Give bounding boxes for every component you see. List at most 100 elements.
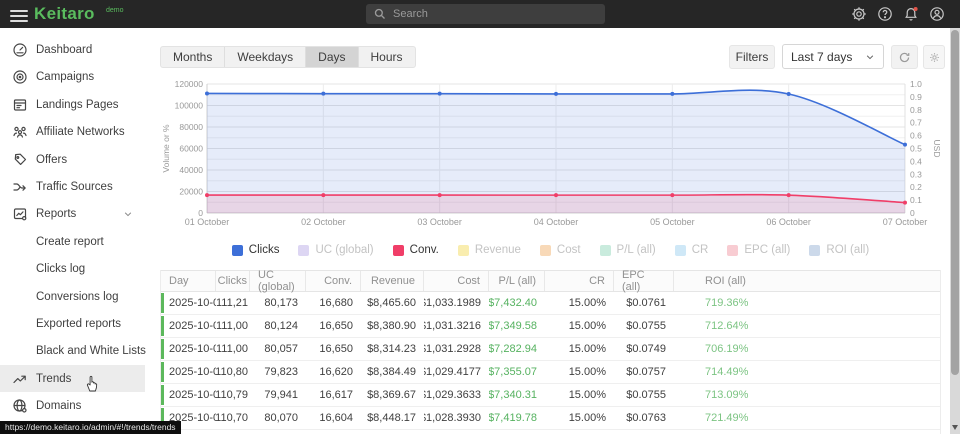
legend-label: UC (global)	[315, 244, 373, 256]
legend-item-cost[interactable]: Cost	[540, 244, 581, 256]
topbar: Keitaro demo	[0, 0, 960, 28]
search-input[interactable]	[393, 8, 597, 20]
traffic-icon	[12, 179, 28, 195]
column-header-cr[interactable]: CR	[545, 271, 614, 291]
sidebar-item-traffic-sources[interactable]: Traffic Sources	[0, 174, 145, 201]
table-cell: $8,369.67	[361, 384, 424, 406]
account-icon[interactable]	[928, 5, 946, 23]
table-cell: 712.64%	[674, 315, 941, 337]
sidebar-item-conversions-log[interactable]: Conversions log	[0, 283, 145, 310]
sidebar-item-domains[interactable]: Domains	[0, 393, 145, 420]
table-row: 2025-10-03111,0080,05716,650$8,314.23$1,…	[161, 338, 940, 361]
sidebar-item-affiliate-networks[interactable]: Affiliate Networks	[0, 119, 145, 146]
sidebar-item-dashboard[interactable]: Dashboard	[0, 37, 145, 64]
tab-hours[interactable]: Hours	[359, 47, 415, 67]
column-header-revenue[interactable]: Revenue	[361, 271, 424, 291]
sidebar-item-exported-reports[interactable]: Exported reports	[0, 311, 145, 338]
svg-text:20000: 20000	[179, 187, 203, 197]
settings-gear-icon[interactable]	[850, 5, 868, 23]
column-header-conv-[interactable]: Conv.	[306, 271, 361, 291]
sidebar-item-create-report[interactable]: Create report	[0, 228, 145, 255]
table-cell: $1,028.3930	[424, 407, 489, 429]
legend-item-clicks[interactable]: Clicks	[232, 244, 280, 256]
table-cell: $1,031.2928	[424, 338, 489, 360]
offers-icon	[12, 152, 28, 168]
column-header-roi-all-[interactable]: ROI (all)	[674, 271, 941, 291]
legend-label: ROI (all)	[826, 244, 869, 256]
column-header-cost[interactable]: Cost	[424, 271, 489, 291]
scrollbar-thumb[interactable]	[951, 30, 959, 375]
table-cell: $0.0755	[614, 384, 674, 406]
svg-text:01 October: 01 October	[185, 217, 230, 227]
app-logo[interactable]: Keitaro	[34, 4, 95, 24]
table-cell: 110,79	[216, 384, 250, 406]
trends-icon	[12, 371, 28, 387]
sidebar-item-campaigns[interactable]: Campaigns	[0, 64, 145, 91]
column-header-p-l-all-[interactable]: P/L (all)	[489, 271, 545, 291]
table-cell: 16,650	[306, 315, 361, 337]
legend-label: Clicks	[249, 244, 280, 256]
bell-icon[interactable]	[902, 5, 920, 23]
landings-icon	[12, 97, 28, 113]
legend-item-epc-all-[interactable]: EPC (all)	[727, 244, 790, 256]
legend-swatch	[727, 245, 738, 256]
column-header-day[interactable]: Day	[161, 271, 216, 291]
refresh-button[interactable]	[891, 45, 918, 69]
sidebar-item-landings-pages[interactable]: Landings Pages	[0, 91, 145, 118]
table-cell: 15.00%	[545, 292, 614, 314]
svg-text:60000: 60000	[179, 144, 203, 154]
scrollbar-down-arrow[interactable]	[952, 425, 958, 430]
sidebar-item-label: Traffic Sources	[36, 181, 113, 193]
legend-item-cr[interactable]: CR	[675, 244, 709, 256]
tab-weekdays[interactable]: Weekdays	[225, 47, 306, 67]
legend-label: EPC (all)	[744, 244, 790, 256]
table-cell: 111,00	[216, 315, 250, 337]
period-tabs: MonthsWeekdaysDaysHours	[160, 46, 416, 68]
table-row: 2025-10-0763,5445,9139,531$4,826.21$589.…	[161, 430, 940, 434]
legend-item-conv-[interactable]: Conv.	[393, 244, 439, 256]
column-header-clicks[interactable]: Clicks	[216, 271, 250, 291]
sidebar-item-clicks-log[interactable]: Clicks log	[0, 256, 145, 283]
right-axis-title: USD	[932, 140, 942, 158]
sidebar-item-black-and-white-lists[interactable]: Black and White Lists	[0, 338, 145, 365]
table-cell: 719.36%	[674, 292, 941, 314]
svg-text:0.1: 0.1	[910, 195, 922, 205]
svg-text:0.4: 0.4	[910, 156, 922, 166]
filters-button[interactable]: Filters	[729, 45, 775, 69]
column-header-uc-global-[interactable]: UC (global)	[250, 271, 306, 291]
legend-item-roi-all-[interactable]: ROI (all)	[809, 244, 869, 256]
left-axis-title: Volume or %	[161, 124, 171, 173]
tab-days[interactable]: Days	[306, 47, 358, 67]
page-scrollbar[interactable]	[950, 28, 960, 434]
table-row: 2025-10-05110,7979,94116,617$8,369.67$1,…	[161, 384, 940, 407]
table-cell: 111,21	[216, 292, 250, 314]
table-cell: 16,620	[306, 361, 361, 383]
dashboard-icon	[12, 42, 28, 58]
table-cell: $4,826.21	[361, 430, 424, 434]
table-cell: $8,465.60	[361, 292, 424, 314]
sidebar-item-trends[interactable]: Trends	[0, 365, 145, 392]
legend-item-uc-global-[interactable]: UC (global)	[298, 244, 373, 256]
legend-swatch	[393, 245, 404, 256]
table-cell: 45,913	[250, 430, 306, 434]
svg-text:0.3: 0.3	[910, 169, 922, 179]
table-cell: 79,941	[250, 384, 306, 406]
sidebar-item-reports[interactable]: Reports	[0, 201, 145, 228]
table-cell: 63,54	[216, 430, 250, 434]
column-header-epc-all-[interactable]: EPC (all)	[614, 271, 674, 291]
hamburger-menu-icon[interactable]	[10, 7, 28, 21]
table-cell: $1,031.3216	[424, 315, 489, 337]
help-icon[interactable]	[876, 5, 894, 23]
tab-months[interactable]: Months	[161, 47, 225, 67]
date-range-select[interactable]: Last 7 days	[782, 44, 884, 69]
global-search[interactable]	[366, 4, 605, 24]
table-cell: 15.00%	[545, 361, 614, 383]
legend-item-revenue[interactable]: Revenue	[458, 244, 521, 256]
sidebar-item-label: Conversions log	[36, 291, 118, 303]
table-cell: 9,531	[306, 430, 361, 434]
legend-item-p-l-all-[interactable]: P/L (all)	[600, 244, 656, 256]
sidebar-item-offers[interactable]: Offers	[0, 146, 145, 173]
chart-settings-button[interactable]	[923, 45, 945, 69]
table-cell: $7,355.07	[489, 361, 545, 383]
svg-text:0.7: 0.7	[910, 118, 922, 128]
